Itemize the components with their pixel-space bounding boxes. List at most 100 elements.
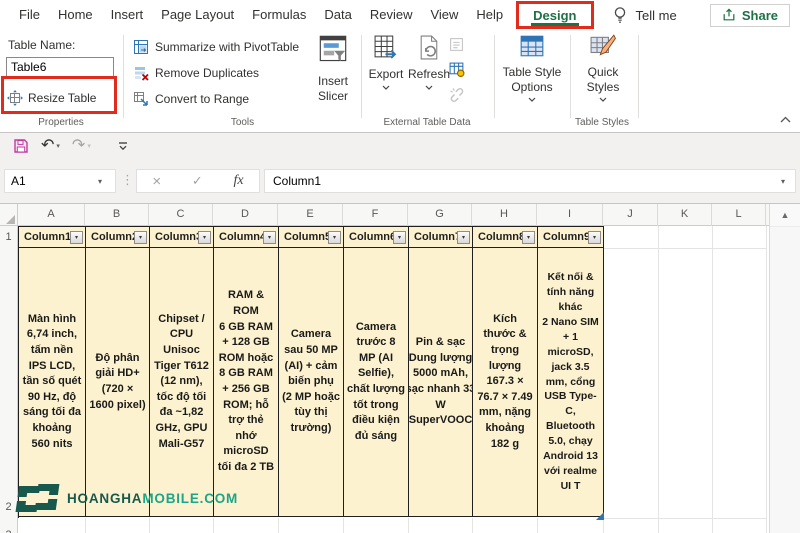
table-header-cell-e1[interactable]: Column5 ▾ [279, 226, 344, 248]
design-tab-highlight-box: Design [516, 1, 594, 29]
table-cell-d2[interactable]: RAM & ROM 6 GB RAM + 128 GB ROM hoặc 8 G… [214, 248, 279, 517]
header-label: Column5 [284, 231, 328, 243]
filter-button[interactable]: ▾ [328, 230, 341, 244]
tab-help[interactable]: Help [467, 0, 512, 30]
tab-data[interactable]: Data [315, 0, 360, 30]
collapse-ribbon-button[interactable] [780, 112, 791, 126]
redo-button[interactable]: ↷ ▾ [67, 137, 96, 154]
tab-page-layout[interactable]: Page Layout [152, 0, 243, 30]
filter-button[interactable]: ▾ [198, 230, 211, 244]
convert-to-range-button[interactable]: Convert to Range [133, 89, 249, 109]
remove-duplicates-button[interactable]: Remove Duplicates [133, 63, 259, 83]
table-header-cell-i1[interactable]: Column9 ▾ [538, 226, 604, 248]
column-header-i[interactable]: I [537, 204, 603, 226]
tab-view[interactable]: View [421, 0, 467, 30]
insert-function-button[interactable]: fx [234, 173, 244, 189]
column-header-j[interactable]: J [603, 204, 658, 226]
column-header-g[interactable]: G [408, 204, 472, 226]
table-header-cell-b1[interactable]: Column2 ▾ [86, 226, 150, 248]
formula-bar-resizer[interactable]: ⋮ [121, 172, 134, 188]
formula-input[interactable] [265, 174, 771, 188]
customize-quick-access-button[interactable] [112, 140, 134, 152]
gridline [343, 518, 344, 533]
table-cell-e2[interactable]: Camera sau 50 MP (AI) + cảm biến phụ (2 … [279, 248, 344, 517]
table-header-cell-g1[interactable]: Column7 ▾ [409, 226, 473, 248]
lightbulb-icon [614, 7, 625, 23]
gridline [603, 248, 766, 249]
cancel-button[interactable]: × [152, 173, 161, 190]
quick-styles-button[interactable]: Quick Styles [574, 34, 632, 102]
table-header-cell-h1[interactable]: Column8 ▾ [473, 226, 538, 248]
export-button[interactable]: Export [366, 34, 406, 90]
column-header-h[interactable]: H [472, 204, 537, 226]
column-header-k[interactable]: K [658, 204, 712, 226]
table-style-options-button[interactable]: Table Style Options [498, 34, 566, 102]
name-box-input[interactable] [5, 174, 89, 188]
tab-insert[interactable]: Insert [102, 0, 153, 30]
name-box[interactable]: ▾ [4, 169, 116, 193]
table-cell-f2[interactable]: Camera trước 8 MP (AI Selfie), chất lượn… [344, 248, 409, 517]
filter-button[interactable]: ▾ [457, 230, 470, 244]
expand-formula-bar-icon[interactable]: ▾ [771, 177, 795, 186]
share-button[interactable]: Share [709, 3, 790, 27]
data-properties-button[interactable] [449, 37, 465, 55]
summarize-pivottable-button[interactable]: Summarize with PivotTable [133, 37, 299, 57]
active-tab-underline [531, 23, 579, 26]
scroll-up-button[interactable]: ▲ [770, 204, 800, 227]
resize-table-button[interactable]: Resize Table [7, 86, 96, 110]
undo-button[interactable]: ↶ ▾ [36, 137, 65, 154]
enter-button[interactable]: ✓ [192, 173, 203, 189]
table-header-cell-c1[interactable]: Column3 ▾ [150, 226, 214, 248]
table-header-cell-a1[interactable]: Column1 ▾ [19, 226, 86, 248]
column-header-f[interactable]: F [343, 204, 408, 226]
filter-button[interactable]: ▾ [393, 230, 406, 244]
table-header-cell-d1[interactable]: Column4 ▾ [214, 226, 279, 248]
ribbon-tab-bar: File Home Insert Page Layout Formulas Da… [0, 0, 800, 30]
vertical-scrollbar[interactable]: ▲ [769, 204, 800, 533]
column-header-e[interactable]: E [278, 204, 343, 226]
row-header-2[interactable]: 2 [0, 248, 17, 518]
filter-button[interactable]: ▾ [588, 230, 601, 244]
pivottable-icon [134, 40, 148, 54]
filter-button[interactable]: ▾ [134, 230, 147, 244]
table-cell-i2[interactable]: Kết nối & tính năng khác 2 Nano SIM + 1 … [538, 248, 604, 517]
column-header-b[interactable]: B [85, 204, 149, 226]
refresh-button[interactable]: Refresh [408, 34, 450, 90]
column-header-l[interactable]: L [712, 204, 766, 226]
save-button[interactable] [8, 138, 34, 154]
column-header-c[interactable]: C [149, 204, 213, 226]
filter-button[interactable]: ▾ [70, 230, 83, 244]
table-cell-g2[interactable]: Pin & sạc Dung lượng 5000 mAh, sạc nhanh… [409, 248, 473, 517]
chevron-down-icon: ▾ [97, 176, 102, 186]
tab-file[interactable]: File [10, 0, 49, 30]
table-cell-b2[interactable]: Độ phân giải HD+ (720 × 1600 pixel) [86, 248, 150, 517]
table-cell-h2[interactable]: Kích thước & trọng lượng 167.3 × 76.7 × … [473, 248, 538, 517]
gridline [603, 518, 766, 519]
table-column-i: Column9 ▾ Kết nối & tính năng khác 2 Nano… [538, 226, 604, 518]
table-cell-c2[interactable]: Chipset / CPU Unisoc Tiger T612 (12 nm),… [150, 248, 214, 517]
tab-home[interactable]: Home [49, 0, 102, 30]
open-in-browser-button[interactable] [449, 62, 465, 80]
table-header-cell-f1[interactable]: Column6 ▾ [344, 226, 409, 248]
tab-formulas[interactable]: Formulas [243, 0, 315, 30]
formula-bar[interactable]: ▾ [264, 169, 796, 193]
table-name-input[interactable] [6, 57, 114, 77]
unlink-button[interactable] [449, 87, 465, 106]
table-resize-handle[interactable] [596, 511, 604, 523]
filter-button[interactable]: ▾ [263, 230, 276, 244]
header-label: Column8 [478, 231, 522, 243]
tab-design[interactable]: Design [533, 8, 576, 23]
table-cell-a2[interactable]: Màn hình 6,74 inch, tấm nền IPS LCD, tần… [19, 248, 86, 517]
tab-review[interactable]: Review [361, 0, 422, 30]
gridline [766, 226, 767, 533]
row-header-3[interactable]: 3 [0, 522, 17, 533]
column-header-d[interactable]: D [213, 204, 278, 226]
column-header-a[interactable]: A [18, 204, 85, 226]
insert-slicer-button[interactable]: Insert Slicer [306, 34, 360, 104]
filter-button[interactable]: ▾ [522, 230, 535, 244]
gridline [537, 518, 538, 533]
select-all-button[interactable] [0, 204, 18, 226]
tell-me-box[interactable]: Tell me [612, 6, 677, 24]
save-icon [14, 138, 28, 153]
row-header-1[interactable]: 1 [0, 226, 17, 248]
